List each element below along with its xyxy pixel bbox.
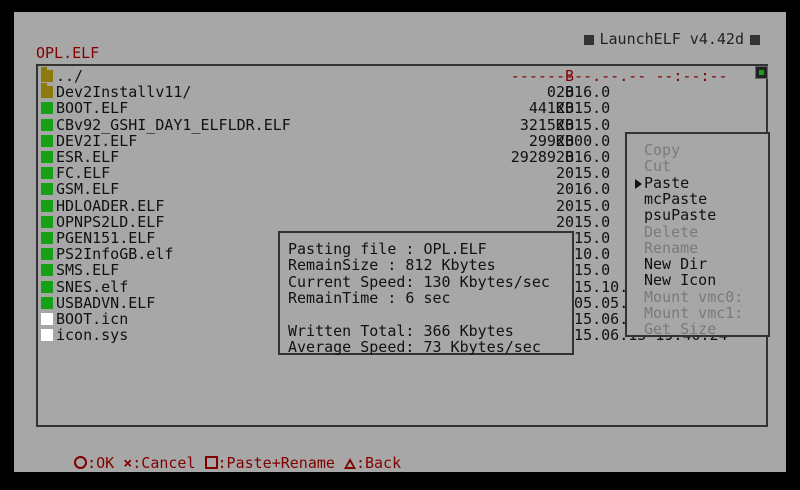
launchelf-screen: OPL.ELF LaunchELF v4.42d ../----- B ----.… (14, 12, 786, 472)
file-icon (41, 313, 53, 325)
file-list-panel: ../----- B ----.--.-- --:--:-- Dev2Install… (36, 64, 770, 427)
file-icon (41, 215, 53, 228)
menu-item-label: Mount vmc1: (644, 304, 744, 322)
file-name: CBv92_GSHI_DAY1_ELFLDR.ELF (56, 115, 291, 134)
file-name: FC.ELF (56, 164, 111, 183)
back-hint: :Back (355, 454, 402, 472)
file-date: 2016.0 (556, 180, 611, 199)
file-icon (41, 102, 53, 115)
file-row[interactable]: BOOT.ELF 441KB 2015.0 (38, 100, 766, 116)
menu-item-label: Mount vmc0: (644, 287, 744, 306)
paste-rename-hint: :Paste+Rename (217, 454, 335, 472)
circle-button-icon (74, 456, 88, 469)
file-icon (41, 183, 53, 196)
file-icon (41, 296, 53, 309)
file-icon (41, 264, 53, 277)
file-date: 2015.0 (556, 196, 611, 215)
ok-hint: :OK (87, 454, 115, 472)
menu-item-label: psuPaste (644, 206, 717, 225)
paste-progress-dialog: Pasting file : OPL.ELF RemainSize : 812 K… (278, 231, 574, 355)
file-name: Dev2Installv11/ (56, 83, 192, 102)
button-hints: :OK ×:Cancel :Paste+Rename :Back (38, 436, 401, 472)
menu-item-label: Rename (644, 238, 699, 257)
file-icon (41, 329, 53, 342)
file-name: OPNPS2LD.ELF (56, 212, 165, 231)
folder-icon (41, 83, 53, 99)
file-name: BOOT.icn (56, 310, 129, 328)
menu-item-label: New Dir (644, 255, 708, 274)
file-icon (41, 118, 53, 131)
file-date: 2016.0 (556, 83, 611, 102)
file-name: USBADVN.ELF (56, 293, 156, 312)
file-name: SNES.elf (56, 277, 129, 296)
file-icon (41, 232, 53, 244)
app-title-bar: LaunchELF v4.42d (578, 30, 767, 48)
selection-cursor-icon (635, 178, 642, 189)
file-icon (41, 199, 53, 212)
file-name: HDLOADER.ELF (56, 196, 165, 215)
file-icon (41, 280, 53, 293)
dialog-line: Average Speed: 73 Kbytes/sec (288, 337, 541, 356)
dialog-line: RemainTime : 6 sec (288, 288, 451, 307)
dialog-line: RemainSize : 812 Kbytes (288, 256, 496, 275)
current-path: OPL.ELF (36, 44, 100, 62)
file-date: 2015.0 (556, 212, 611, 231)
file-date: 2000.0 (556, 131, 611, 150)
menu-item-label: Paste (644, 173, 690, 192)
menu-item-get-size[interactable]: Get Size (644, 321, 716, 338)
menu-item-label: Cut (644, 157, 672, 176)
file-name: ../ (56, 67, 84, 85)
file-row[interactable]: CBv92_GSHI_DAY1_ELFLDR.ELF 3215KB 2015.0 (38, 117, 766, 133)
menu-item-label: New Icon (644, 271, 717, 290)
file-row[interactable]: ../----- B ----.--.-- --:--:-- (38, 67, 766, 85)
file-name: GSM.ELF (56, 180, 120, 199)
file-row[interactable]: Dev2Installv11/0 B 2016.0 (38, 83, 766, 102)
file-name: SMS.ELF (56, 261, 120, 280)
file-date: 2015.0 (556, 115, 611, 134)
square-button-icon (204, 456, 218, 469)
dialog-line: Written Total: 366 Kbytes (288, 321, 514, 340)
file-date: 2016.0 (556, 148, 611, 166)
file-icon (41, 167, 53, 180)
file-icon (41, 151, 53, 163)
file-name: PGEN151.ELF (56, 229, 156, 247)
menu-item-label: mcPaste (644, 189, 708, 208)
folder-icon (41, 67, 53, 82)
menu-item-label: Get Size (644, 320, 717, 339)
file-date: ----.--.-- --:--:-- (556, 67, 728, 85)
file-icon (41, 134, 53, 147)
triangle-button-icon (343, 458, 356, 469)
file-name: PS2InfoGB.elf (56, 245, 174, 264)
context-menu: Copy Cut Paste mcPaste psuPaste Delete Rename N… (625, 132, 770, 338)
file-name: DEV2I.ELF (56, 131, 138, 150)
file-date: 2015.0 (556, 99, 611, 118)
cross-button-icon: × (123, 454, 133, 472)
cancel-hint: :Cancel (132, 454, 196, 472)
file-name: BOOT.ELF (56, 99, 129, 118)
file-date: 2015.0 (556, 164, 611, 183)
app-title: LaunchELF v4.42d (599, 30, 745, 48)
menu-item-label: Copy (644, 141, 681, 159)
square-icon (583, 34, 594, 45)
file-icon (41, 248, 53, 261)
menu-item-label: Delete (644, 222, 699, 241)
square-icon (750, 34, 760, 45)
file-name: ESR.ELF (56, 148, 120, 166)
file-name: icon.sys (56, 326, 129, 345)
